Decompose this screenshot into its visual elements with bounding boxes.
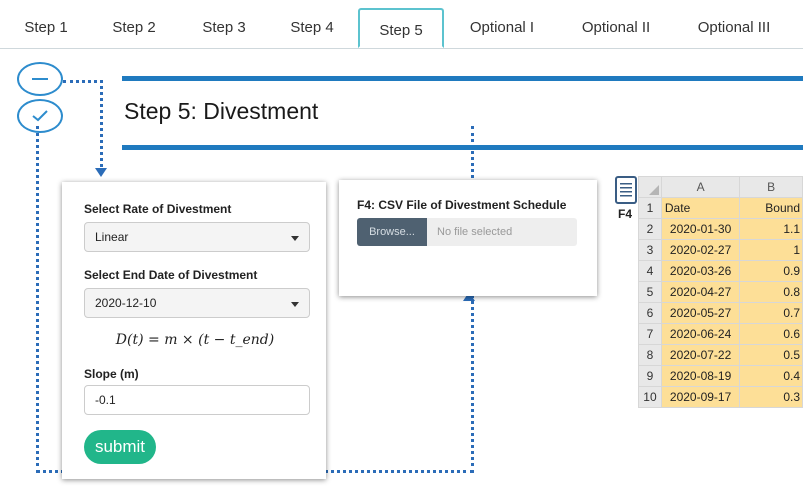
cell-date: 2020-04-27 — [660, 281, 741, 303]
row-number: 3 — [638, 239, 662, 261]
cell-date: 2020-03-26 — [660, 260, 741, 282]
slope-label: Slope (m) — [84, 367, 139, 381]
cell-bound: 0.7 — [739, 302, 803, 324]
cell-bound: 0.4 — [739, 365, 803, 387]
cell-date: 2020-09-17 — [660, 386, 741, 408]
row-number: 6 — [638, 302, 662, 324]
cell-bound: 1.1 — [739, 218, 803, 240]
rate-label: Select Rate of Divestment — [84, 202, 232, 216]
cell-date: 2020-07-22 — [660, 344, 741, 366]
cell-bound: 0.9 — [739, 260, 803, 282]
tab-optional-3[interactable]: Optional III — [686, 0, 782, 48]
caret-down-icon — [291, 302, 299, 307]
notepad-lines-icon — [620, 183, 632, 197]
end-date-select[interactable]: 2020-12-10 — [84, 288, 310, 318]
rate-select[interactable]: Linear — [84, 222, 310, 252]
sheet-corner — [638, 176, 662, 198]
spreadsheet-preview: A B 1 Date Bound 2 2020-01-30 1.1 3 2020-02… — [638, 176, 803, 408]
divestment-form-panel: Select Rate of Divestment Linear Select … — [62, 182, 326, 479]
file-name-field[interactable]: No file selected — [427, 218, 577, 246]
row-number: 1 — [638, 197, 662, 219]
cell-bound: 1 — [739, 239, 803, 261]
browse-button[interactable]: Browse... — [357, 218, 427, 246]
rate-select-value: Linear — [95, 230, 129, 244]
title-rule-bottom — [122, 145, 803, 150]
notepad-icon — [615, 176, 637, 204]
slope-input[interactable]: -0.1 — [84, 385, 310, 415]
cell-bound: 0.5 — [739, 344, 803, 366]
tab-step-1[interactable]: Step 1 — [18, 0, 74, 48]
row-number: 5 — [638, 281, 662, 303]
cell-date: 2020-06-24 — [660, 323, 741, 345]
select-all-icon — [648, 185, 659, 195]
page-title: Step 5: Divestment — [124, 98, 319, 124]
cell-date: 2020-05-27 — [660, 302, 741, 324]
row-number: 9 — [638, 365, 662, 387]
cell-bound: 0.6 — [739, 323, 803, 345]
tab-step-5[interactable]: Step 5 — [358, 8, 444, 48]
cell-date: 2020-08-19 — [660, 365, 741, 387]
row-number: 2 — [638, 218, 662, 240]
cell-header-date: Date — [660, 197, 741, 219]
cell-date: 2020-02-27 — [660, 239, 741, 261]
csv-file-panel: F4: CSV File of Divestment Schedule Brow… — [339, 180, 597, 296]
f4-label: F4 — [618, 207, 633, 221]
row-number: 7 — [638, 323, 662, 345]
end-date-label: Select End Date of Divestment — [84, 268, 258, 282]
row-number: 4 — [638, 260, 662, 282]
cell-date: 2020-01-30 — [660, 218, 741, 240]
caret-down-icon — [291, 236, 299, 241]
end-date-select-value: 2020-12-10 — [95, 296, 157, 310]
check-icon — [32, 110, 48, 122]
cell-bound: 0.3 — [739, 386, 803, 408]
tab-step-4[interactable]: Step 4 — [282, 0, 342, 48]
submit-button[interactable]: submit — [84, 430, 156, 464]
tab-optional-1[interactable]: Optional I — [458, 0, 546, 48]
row-number: 8 — [638, 344, 662, 366]
collapse-button[interactable] — [17, 62, 63, 96]
column-header: B — [739, 176, 803, 198]
minus-icon — [32, 78, 48, 80]
row-number: 10 — [638, 386, 662, 408]
tab-optional-2[interactable]: Optional II — [570, 0, 662, 48]
cell-bound: 0.8 — [739, 281, 803, 303]
tab-step-3[interactable]: Step 3 — [194, 0, 254, 48]
step-tabs: Step 1 Step 2 Step 3 Step 4 Step 5 Optio… — [0, 0, 803, 49]
title-rule-top — [122, 76, 803, 81]
divestment-formula: D(t) = m × (t − t_end) — [115, 332, 275, 348]
cell-header-bound: Bound — [739, 197, 803, 219]
tab-step-2[interactable]: Step 2 — [104, 0, 164, 48]
csv-file-label: F4: CSV File of Divestment Schedule — [357, 198, 567, 212]
column-header: A — [660, 176, 741, 198]
